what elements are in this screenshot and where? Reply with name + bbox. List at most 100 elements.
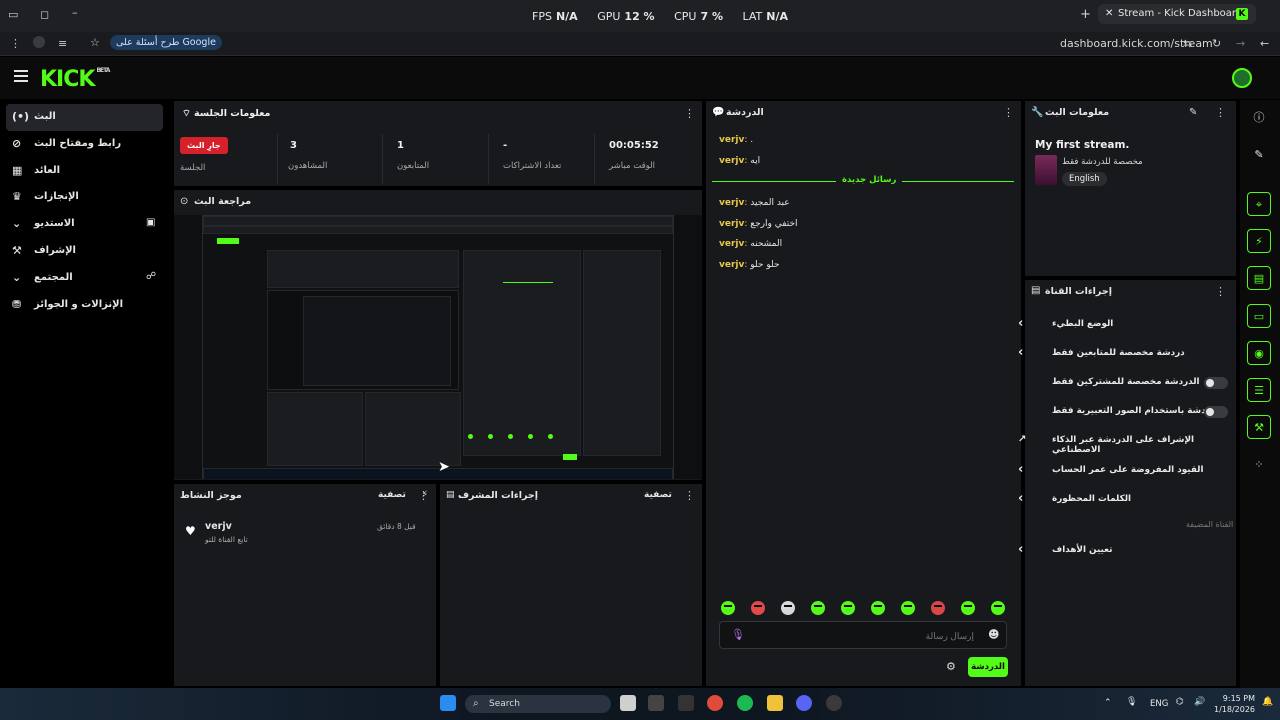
profile-icon[interactable] bbox=[33, 36, 45, 48]
emote-icon[interactable] bbox=[931, 601, 945, 615]
sidebar-item-moderation[interactable]: ⚒ الإشراف bbox=[0, 238, 170, 265]
sidebar-item-stream-key[interactable]: ⊘ رابط ومفتاح البث bbox=[0, 131, 170, 158]
windows-taskbar bbox=[0, 688, 1280, 720]
wrench-icon[interactable]: ⚒ bbox=[1247, 415, 1271, 439]
chrome-icon[interactable] bbox=[707, 695, 723, 711]
activity-user[interactable]: verjv bbox=[205, 521, 232, 532]
channel-action-account-age[interactable]: القيود المفروضة على عمر الحساب › bbox=[1018, 461, 1230, 481]
emote-icon[interactable] bbox=[871, 601, 885, 615]
chat-username[interactable]: verjv bbox=[719, 260, 744, 270]
emotes-only-toggle[interactable] bbox=[1204, 406, 1228, 418]
volume-icon[interactable]: 🔊 bbox=[1194, 697, 1205, 707]
task-view-icon[interactable] bbox=[620, 695, 636, 711]
discord-icon[interactable] bbox=[796, 695, 812, 711]
broadcast-icon[interactable]: ◉ bbox=[1247, 341, 1271, 365]
channel-action-ai-moderation[interactable]: الإشراف على الدردشة عبر الذكاء الاصطناعي… bbox=[1018, 431, 1230, 455]
sidebar-item-live[interactable]: (•) البث bbox=[6, 104, 163, 131]
user-avatar[interactable] bbox=[1232, 68, 1252, 88]
chat-bubble-icon[interactable]: ▭ bbox=[1247, 304, 1271, 328]
spotify-icon[interactable] bbox=[737, 695, 753, 711]
lightning-icon[interactable]: ⚡ bbox=[1247, 229, 1271, 253]
app-icon[interactable] bbox=[648, 695, 664, 711]
document-icon[interactable]: ▤ bbox=[1247, 266, 1271, 290]
reload-icon[interactable]: ↻ bbox=[1212, 37, 1221, 51]
stream-preview-video[interactable]: ➤ bbox=[174, 215, 702, 479]
browser-tab[interactable]: ✕ Stream - Kick Dashboard K bbox=[1098, 4, 1256, 24]
emote-icon[interactable] bbox=[781, 601, 795, 615]
close-tab-icon[interactable]: ✕ bbox=[1105, 4, 1113, 24]
channel-action-banned-words[interactable]: الكلمات المحظورة › bbox=[1018, 490, 1230, 510]
emoji-icon[interactable]: ☻ bbox=[988, 628, 999, 641]
back-icon[interactable]: ← bbox=[1260, 37, 1269, 51]
taskbar-search[interactable]: ⌕ Search bbox=[465, 695, 611, 713]
microphone-icon[interactable]: 🎙 bbox=[731, 628, 745, 641]
hamburger-menu-icon[interactable] bbox=[14, 70, 28, 82]
stream-category[interactable]: مخصصة للدردشة فقط bbox=[1062, 157, 1143, 167]
tray-chevron-icon[interactable]: ⌃ bbox=[1104, 698, 1112, 708]
emote-icon[interactable] bbox=[841, 601, 855, 615]
chat-username[interactable]: verjv bbox=[719, 156, 744, 166]
emote-icon[interactable] bbox=[721, 601, 735, 615]
window-restore-icon[interactable]: ▭ bbox=[8, 8, 18, 22]
channel-action-followers-only[interactable]: دردشة مخصصة للمتابعين فقط › bbox=[1018, 344, 1230, 364]
sidebar-item-studio[interactable]: ⌄ الاستديو ▣ bbox=[0, 211, 170, 238]
chat-message-input[interactable] bbox=[744, 628, 974, 644]
kick-favicon-icon: K bbox=[1236, 8, 1248, 20]
edit-icon[interactable]: ✎ bbox=[1247, 143, 1271, 167]
edit-pencil-icon[interactable]: ✎ bbox=[1189, 107, 1197, 118]
windows-start-icon[interactable] bbox=[440, 695, 456, 711]
file-explorer-icon[interactable] bbox=[767, 695, 783, 711]
bookmark-star-icon[interactable]: ☆ bbox=[90, 36, 100, 50]
sidebar-item-achievements[interactable]: ♛ الإنجازات bbox=[0, 184, 170, 211]
kebab-menu-icon[interactable]: ⋮ bbox=[1215, 106, 1226, 119]
sidebar-item-revenue[interactable]: ▦ العائد bbox=[0, 158, 170, 185]
notification-bell-icon[interactable]: 🔔 bbox=[1262, 697, 1273, 707]
list-icon[interactable]: ☰ bbox=[1247, 378, 1271, 402]
kick-logo[interactable]: KICK BETA bbox=[40, 67, 110, 92]
chat-settings-gear-icon[interactable]: ⚙ bbox=[946, 660, 956, 673]
sidebar-item-label: رابط ومفتاح البث bbox=[34, 137, 122, 149]
kebab-menu-icon[interactable]: ⋮ bbox=[418, 489, 429, 502]
emote-icon[interactable] bbox=[751, 601, 765, 615]
more-menu-icon[interactable]: ⋮ bbox=[10, 37, 21, 51]
taskbar-language[interactable]: ENG bbox=[1150, 699, 1168, 709]
kebab-menu-icon[interactable]: ⋮ bbox=[1215, 285, 1226, 298]
layout-icon[interactable]: ⁘ bbox=[1247, 453, 1271, 477]
kebab-menu-icon[interactable]: ⋮ bbox=[1003, 106, 1014, 119]
chat-username[interactable]: verjv bbox=[719, 198, 744, 208]
sidebar-item-drops[interactable]: ⛃ الإنزالات و الجوائز bbox=[0, 292, 170, 319]
sidebar-item-community[interactable]: ⌄ المجتمع ☍ bbox=[0, 265, 170, 292]
tray-mic-icon[interactable]: 🎙 bbox=[1126, 697, 1137, 707]
emote-icon[interactable] bbox=[811, 601, 825, 615]
obs-icon[interactable] bbox=[826, 695, 842, 711]
kebab-menu-icon[interactable]: ⋮ bbox=[684, 489, 695, 502]
stat-followers: 1 المتابعون bbox=[382, 134, 486, 184]
channel-action-set-goals[interactable]: تعيين الأهداف › bbox=[1018, 541, 1230, 561]
session-menu-icon[interactable]: ⋮ bbox=[684, 107, 695, 120]
emote-icon[interactable] bbox=[961, 601, 975, 615]
channel-action-slow-mode[interactable]: الوضع البطيء › bbox=[1018, 315, 1230, 335]
subscribers-only-toggle[interactable] bbox=[1204, 377, 1228, 389]
info-icon[interactable]: ⓘ bbox=[1247, 106, 1271, 130]
chat-username[interactable]: verjv bbox=[719, 239, 744, 249]
chat-username[interactable]: verjv bbox=[719, 135, 744, 145]
mod-filter-button[interactable]: تصفية bbox=[644, 490, 672, 500]
chat-send-button[interactable]: الدردشة bbox=[968, 657, 1008, 677]
moderation-icon: ⚒ bbox=[12, 243, 22, 257]
reading-list-icon[interactable]: ≡ bbox=[58, 37, 67, 51]
window-minimize-icon[interactable]: – bbox=[72, 6, 78, 20]
window-maximize-icon[interactable]: ◻ bbox=[40, 8, 49, 22]
activity-filter-button[interactable]: تصفية bbox=[378, 490, 406, 500]
mouse-cursor-icon: ➤ bbox=[438, 459, 450, 475]
site-settings-icon[interactable]: ⇆ bbox=[1183, 37, 1192, 51]
google-ask-button[interactable]: طرح أسئلة على Google bbox=[110, 35, 222, 50]
emote-icon[interactable] bbox=[991, 601, 1005, 615]
forward-icon[interactable]: → bbox=[1236, 37, 1245, 51]
target-icon[interactable]: ⌖ bbox=[1247, 192, 1271, 216]
new-tab-icon[interactable]: + bbox=[1080, 8, 1091, 22]
emote-icon[interactable] bbox=[901, 601, 915, 615]
taskbar-clock[interactable]: 9:15 PM 1/18/2026 bbox=[1214, 693, 1255, 715]
app-icon[interactable] bbox=[678, 695, 694, 711]
network-icon[interactable]: ⌬ bbox=[1176, 697, 1184, 707]
chat-username[interactable]: verjv bbox=[719, 219, 744, 229]
